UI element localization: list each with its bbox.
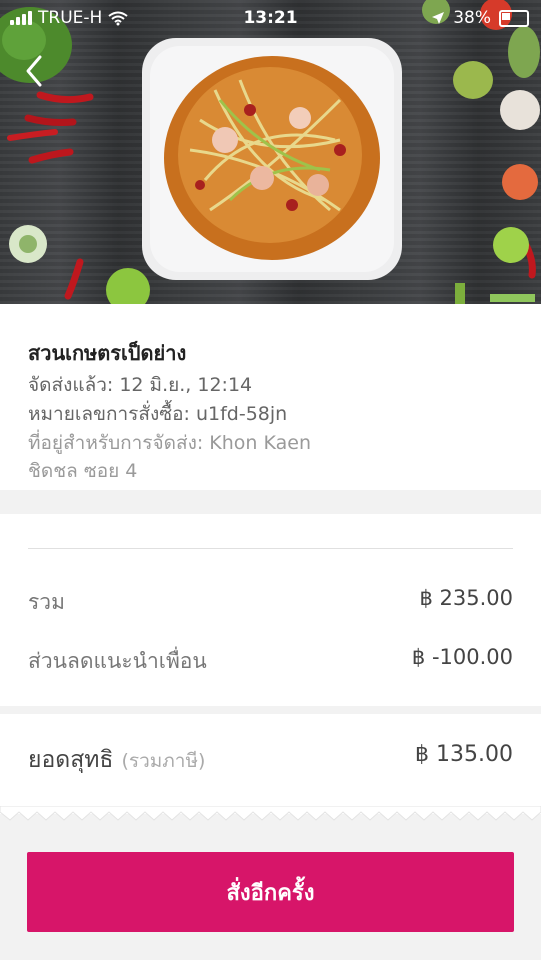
total-label: ยอดสุทธิ	[28, 747, 114, 773]
subtotal-label: รวม	[28, 590, 65, 614]
order-info-card: สวนเกษตรเป็ดย่าง จัดส่งแล้ว: 12 มิ.ย., 1…	[0, 304, 541, 490]
hero-food-image: TRUE-H 13:21 38%	[0, 0, 541, 304]
discount-label: ส่วนลดแนะนำเพื่อน	[28, 649, 207, 673]
subtotal-amount: ฿ 235.00	[419, 586, 513, 610]
total-label-group: ยอดสุทธิ (รวมภาษี)	[28, 742, 205, 778]
battery-icon	[499, 9, 529, 27]
location-icon	[432, 12, 445, 24]
divider	[28, 548, 513, 549]
delivery-address-line1: ที่อยู่สำหรับการจัดส่ง: Khon Kaen	[28, 432, 311, 454]
total-section: ยอดสุทธิ (รวมภาษี) ฿ 135.00	[0, 714, 541, 814]
restaurant-name: สวนเกษตรเป็ดย่าง	[28, 341, 187, 365]
total-amount: ฿ 135.00	[415, 742, 513, 767]
discount-row: ส่วนลดแนะนำเพื่อน ฿ -100.00	[28, 645, 513, 678]
status-bar: TRUE-H 13:21 38%	[0, 0, 541, 36]
battery-percent: 38%	[453, 8, 491, 28]
delivery-address-line2: ชิดชล ซอย 4	[28, 460, 138, 482]
status-right: 38%	[431, 8, 529, 28]
back-icon[interactable]	[22, 54, 46, 88]
delivered-time: จัดส่งแล้ว: 12 มิ.ย., 12:14	[28, 374, 253, 396]
food-illustration	[0, 0, 540, 304]
subtotal-row: รวม ฿ 235.00	[28, 586, 513, 619]
reorder-button[interactable]: สั่งอีกครั้ง	[27, 852, 514, 932]
tax-note: (รวมภาษี)	[121, 750, 206, 772]
receipt-zigzag-edge	[0, 806, 541, 821]
price-summary: รวม ฿ 235.00 ส่วนลดแนะนำเพื่อน ฿ -100.00	[0, 514, 541, 706]
discount-amount: ฿ -100.00	[411, 645, 513, 669]
order-number: หมายเลขการสั่งซื้อ: u1fd-58jn	[28, 403, 288, 425]
